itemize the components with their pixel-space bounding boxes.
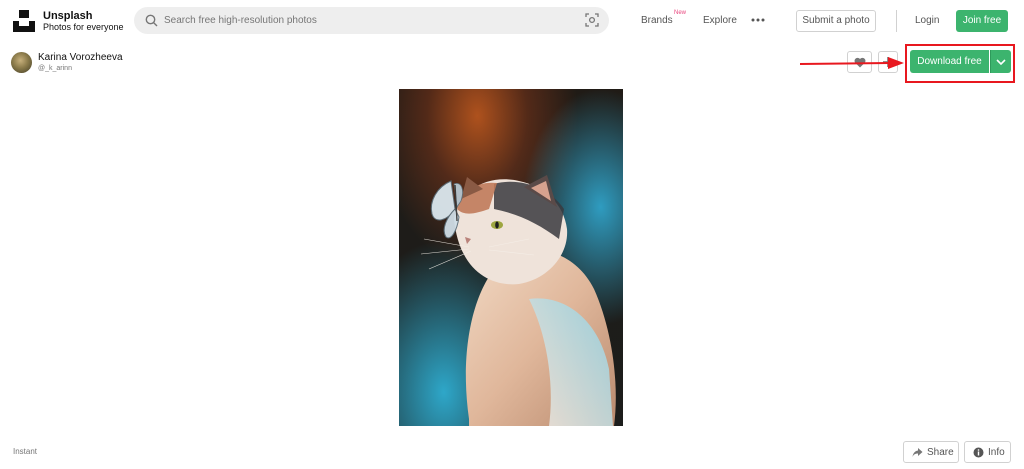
join-free-button[interactable]: Join free	[956, 10, 1008, 32]
login-link[interactable]: Login	[915, 15, 939, 26]
annotation-highlight-box	[905, 44, 1015, 83]
search-bar[interactable]	[134, 7, 609, 34]
nav-brands[interactable]: Brands	[641, 15, 673, 26]
share-button[interactable]: Share	[903, 441, 959, 463]
share-icon	[912, 448, 923, 457]
photo-page: Unsplash Photos for everyone Brands New …	[0, 0, 1024, 469]
nav-divider	[896, 10, 897, 32]
top-navbar: Unsplash Photos for everyone Brands New …	[0, 0, 1024, 42]
info-icon	[973, 447, 984, 458]
nav-explore[interactable]: Explore	[703, 15, 737, 26]
cat-with-butterfly-photo	[399, 89, 623, 426]
info-button[interactable]: Info	[964, 441, 1011, 463]
search-icon[interactable]	[145, 14, 158, 27]
author-handle[interactable]: @_k_arinn	[38, 65, 72, 72]
photo-location-label: Instant	[13, 447, 38, 456]
avatar[interactable]	[11, 52, 32, 73]
brand-name: Unsplash	[43, 10, 93, 22]
share-label: Share	[927, 447, 954, 458]
brand-tagline: Photos for everyone	[43, 22, 124, 32]
new-badge: New	[674, 10, 687, 16]
search-input[interactable]	[164, 12, 564, 29]
unsplash-logo-icon[interactable]	[13, 10, 35, 32]
more-icon[interactable]	[750, 15, 766, 25]
main-photo[interactable]	[399, 89, 623, 426]
red-arrow-icon	[800, 57, 904, 69]
info-label: Info	[988, 447, 1005, 458]
author-name[interactable]: Karina Vorozheeva	[38, 52, 123, 63]
brand[interactable]: Unsplash Photos for everyone	[43, 10, 124, 33]
submit-photo-button[interactable]: Submit a photo	[796, 10, 876, 32]
visual-search-icon[interactable]	[585, 13, 599, 27]
